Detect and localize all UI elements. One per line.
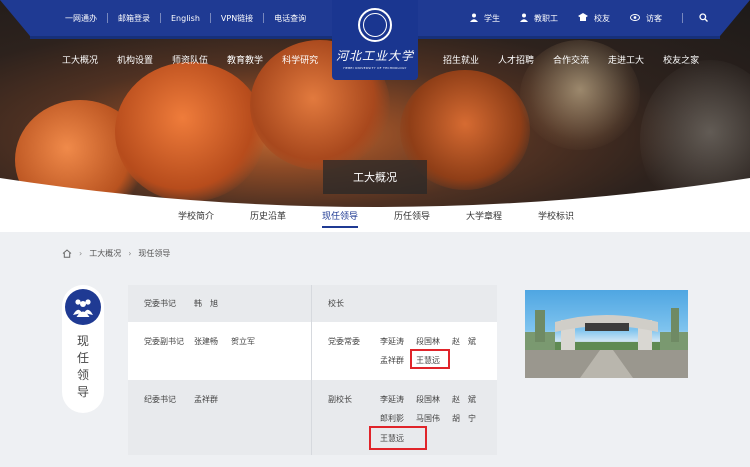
main-nav-left: 工大概况 机构设置 师资队伍 教育教学 科学研究: [62, 53, 337, 66]
eye-icon: [630, 13, 640, 23]
tab-current-leaders[interactable]: 现任领导: [322, 209, 358, 222]
link-one-stop[interactable]: 一网通办: [55, 13, 107, 24]
leader-name[interactable]: 马国伟: [416, 413, 440, 424]
link-visitor[interactable]: 访客: [630, 13, 662, 24]
utility-links-right: 学生 教职工 校友 访客: [470, 0, 734, 36]
breadcrumb-separator: ›: [128, 249, 132, 258]
leader-name[interactable]: 胡 宁: [452, 413, 476, 424]
nav-research[interactable]: 科学研究: [282, 53, 318, 66]
nav-recruitment[interactable]: 人才招聘: [498, 53, 534, 66]
nav-cooperation[interactable]: 合作交流: [553, 53, 589, 66]
nav-admissions[interactable]: 招生就业: [443, 53, 479, 66]
title-party-secretary: 党委书记: [144, 299, 176, 308]
home-icon[interactable]: [62, 249, 72, 258]
table-row: [128, 285, 497, 322]
title-vice-president: 副校长: [328, 395, 352, 404]
user-icon: [470, 13, 478, 24]
nav-departments[interactable]: 机构设置: [117, 53, 153, 66]
university-logo[interactable]: 河北工业大学 HEBEI UNIVERSITY OF TECHNOLOGY: [332, 0, 418, 80]
section-side-card: 现任领导: [62, 285, 104, 413]
nav-faculty[interactable]: 师资队伍: [172, 53, 208, 66]
link-student-label: 学生: [484, 13, 500, 23]
side-card-title: 现任领导: [76, 334, 89, 399]
nav-education[interactable]: 教育教学: [227, 53, 263, 66]
tab-identity[interactable]: 学校标识: [538, 209, 574, 222]
link-alumni-label: 校友: [594, 13, 610, 23]
link-phone-query[interactable]: 电话查询: [264, 13, 316, 24]
nav-alumni[interactable]: 校友之家: [663, 53, 699, 66]
breadcrumb: › 工大概况 › 现任领导: [62, 248, 170, 259]
active-tab-underline: [322, 226, 358, 228]
utility-links-left: 一网通办 邮箱登录 English VPN链接 电话查询: [55, 0, 316, 36]
leader-name[interactable]: 李延涛: [380, 394, 404, 405]
leader-name[interactable]: 段国林: [416, 394, 440, 405]
column-divider: [311, 285, 312, 455]
link-staff[interactable]: 教职工: [520, 13, 558, 24]
topbar-left-corner: [0, 0, 30, 36]
divider: [682, 13, 683, 23]
link-alumni[interactable]: 校友: [578, 13, 610, 24]
title-discipline-secretary: 纪委书记: [144, 395, 176, 404]
leader-name[interactable]: 韩 旭: [194, 298, 218, 309]
link-vpn[interactable]: VPN链接: [211, 13, 263, 24]
leader-name[interactable]: 段国林: [416, 336, 440, 347]
leader-name[interactable]: 张建畅: [194, 336, 218, 347]
breadcrumb-current: 现任领导: [138, 249, 171, 258]
title-president: 校长: [328, 299, 344, 308]
leader-name[interactable]: 孟祥群: [194, 394, 218, 405]
people-icon: [65, 289, 101, 325]
search-button[interactable]: [699, 12, 714, 24]
campus-gate-illustration: [525, 308, 688, 378]
nav-overview[interactable]: 工大概况: [62, 53, 98, 66]
university-name: 河北工业大学: [335, 49, 414, 63]
alumni-icon: [578, 13, 588, 23]
leader-name[interactable]: 郎利影: [380, 413, 404, 424]
highlight-box: [410, 349, 450, 369]
campus-gate-photo: [525, 290, 688, 378]
leader-name[interactable]: 贺立军: [231, 336, 255, 347]
leader-name[interactable]: 赵 斌: [452, 336, 476, 347]
tab-school-intro[interactable]: 学校简介: [178, 209, 214, 222]
title-standing-committee: 党委常委: [328, 337, 360, 346]
university-seal-icon: [358, 8, 392, 42]
leader-name[interactable]: 孟祥群: [380, 355, 404, 366]
leaders-table: 党委书记 韩 旭 校长 党委副书记 张建畅 贺立军 党委常委 李延涛 段国林 赵…: [128, 285, 497, 455]
link-visitor-label: 访客: [646, 13, 662, 23]
leader-name[interactable]: 赵 斌: [452, 394, 476, 405]
nav-visit[interactable]: 走进工大: [608, 53, 644, 66]
title-deputy-secretary: 党委副书记: [144, 337, 184, 346]
leader-name[interactable]: 李延涛: [380, 336, 404, 347]
main-nav-right: 招生就业 人才招聘 合作交流 走进工大 校友之家: [443, 53, 718, 66]
link-student[interactable]: 学生: [470, 13, 500, 24]
tab-history[interactable]: 历史沿革: [250, 209, 286, 222]
link-english[interactable]: English: [161, 14, 210, 23]
link-mail-login[interactable]: 邮箱登录: [108, 13, 160, 24]
breadcrumb-overview[interactable]: 工大概况: [89, 248, 121, 259]
table-row: [128, 380, 497, 455]
breadcrumb-separator: ›: [79, 249, 83, 258]
tab-past-leaders[interactable]: 历任领导: [394, 209, 430, 222]
tab-charter[interactable]: 大学章程: [466, 209, 502, 222]
link-staff-label: 教职工: [534, 13, 558, 23]
sub-nav: 学校简介 历史沿革 现任领导 历任领导 大学章程 学校标识: [0, 200, 750, 232]
staff-icon: [520, 13, 528, 24]
search-icon: [699, 12, 708, 24]
university-name-en: HEBEI UNIVERSITY OF TECHNOLOGY: [343, 66, 407, 70]
seal-inner-ring: [363, 13, 387, 37]
highlight-box: [369, 426, 427, 450]
